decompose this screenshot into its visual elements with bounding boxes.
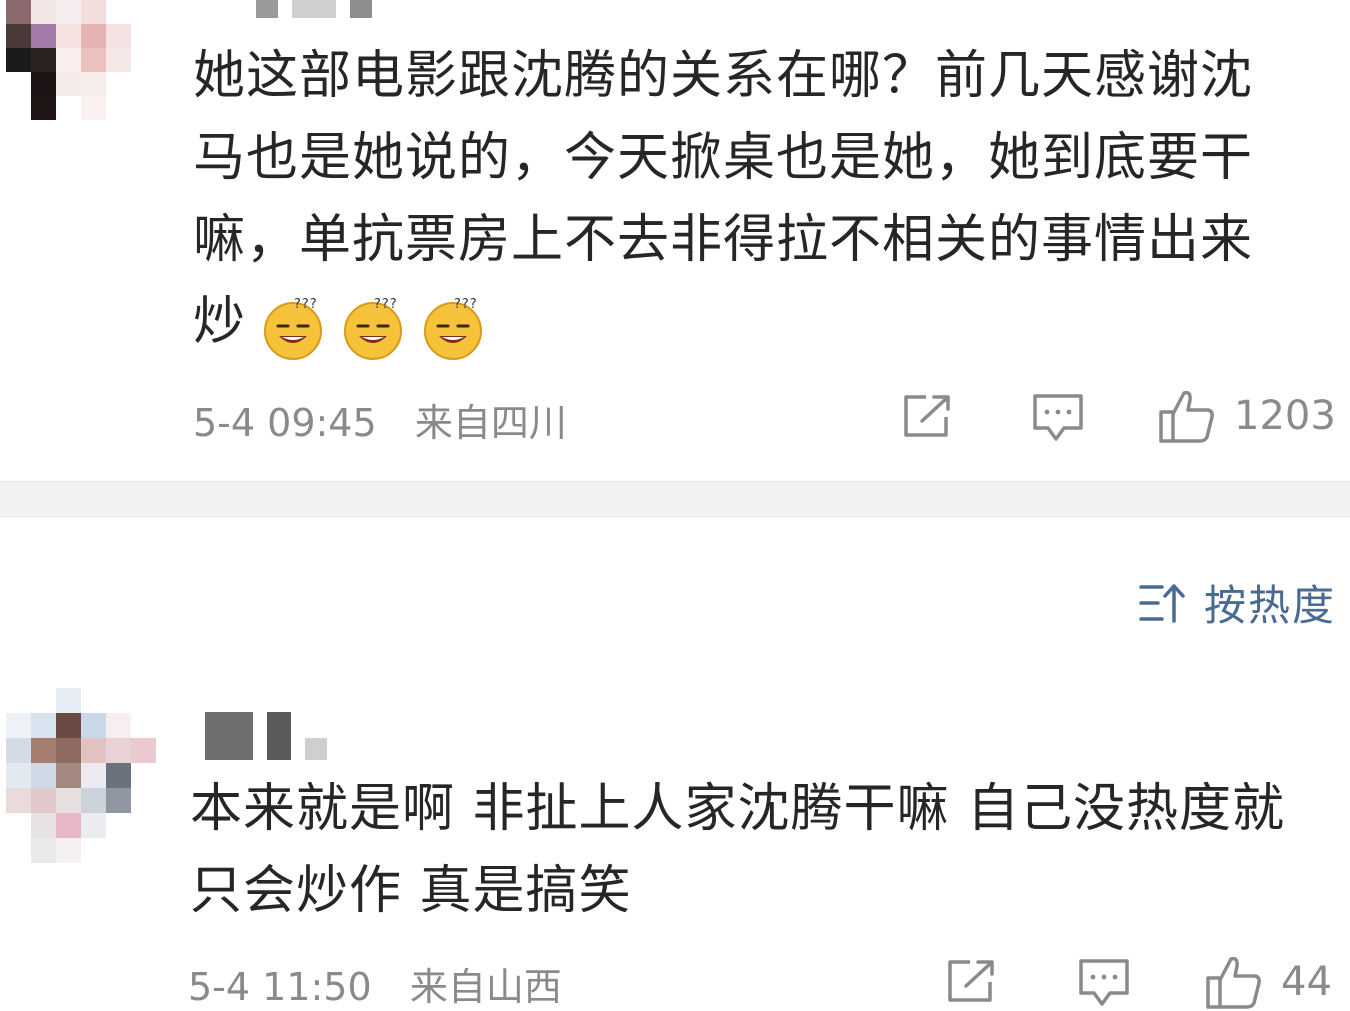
sort-icon (1139, 583, 1185, 623)
section-divider (0, 481, 1350, 517)
sweat-smile-emoji: ??? (260, 295, 326, 361)
like-button[interactable]: 1203 (1158, 388, 1336, 444)
comment-icon (1033, 394, 1083, 441)
emoji-row: ??? ??? ??? (246, 284, 486, 366)
thumbs-up-icon (1206, 956, 1261, 1009)
comment-meta: 5-4 09:45 来自四川 (193, 392, 567, 447)
svg-text:???: ??? (294, 297, 318, 312)
avatar[interactable] (6, 0, 156, 120)
comment-icon (1079, 959, 1129, 1006)
comment-meta: 5-4 11:50 来自山西 (188, 956, 562, 1011)
comment-location: 来自四川 (414, 401, 567, 445)
comment-text: 她这部电影跟沈腾的关系在哪？前几天感谢沈马也是她说的，今天掀桌也是她，她到底要干… (193, 35, 1303, 366)
sweat-smile-emoji: ??? (340, 295, 406, 361)
avatar[interactable] (6, 688, 156, 863)
sort-label: 按热度 (1204, 581, 1337, 630)
svg-text:???: ??? (374, 297, 398, 312)
like-button[interactable]: 44 (1205, 954, 1332, 1010)
like-count: 44 (1281, 959, 1332, 1005)
share-button[interactable] (946, 958, 998, 1004)
comment-button[interactable] (1032, 393, 1084, 443)
comment-body: 本来就是啊 非扯上人家沈腾干嘛 自己没热度就只会炒作 真是搞笑 (190, 779, 1286, 921)
share-icon (904, 395, 950, 437)
sort-by-heat-button[interactable]: 按热度 (1138, 572, 1336, 633)
comment-button[interactable] (1078, 958, 1130, 1008)
svg-text:???: ??? (454, 297, 478, 312)
comment-time: 5-4 09:45 (193, 401, 377, 445)
like-count: 1203 (1234, 393, 1336, 439)
thumbs-up-icon (1159, 390, 1214, 443)
comment-text: 本来就是啊 非扯上人家沈腾干嘛 自己没热度就只会炒作 真是搞笑 (190, 768, 1330, 932)
username[interactable] (256, 0, 372, 18)
sweat-smile-emoji: ??? (420, 295, 486, 361)
comment-location: 来自山西 (409, 965, 562, 1009)
comment-time: 5-4 11:50 (188, 965, 372, 1009)
share-icon (948, 960, 994, 1002)
share-button[interactable] (902, 393, 954, 439)
username[interactable] (205, 712, 327, 760)
